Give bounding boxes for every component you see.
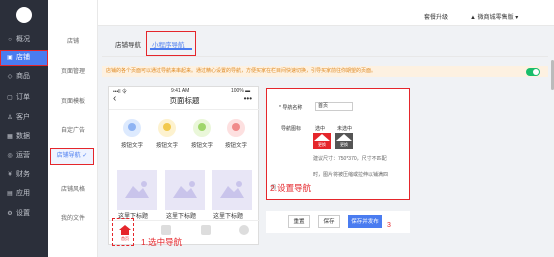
sidebar-item-label: 客户 (16, 114, 30, 121)
nav-button-icon[interactable] (158, 119, 176, 137)
home-icon (336, 134, 352, 141)
size-hint: 建议尺寸：750*370，尺寸不匹配 (313, 156, 387, 162)
header-divider (109, 109, 260, 110)
apps-icon: ▤ (7, 191, 13, 197)
nav-button-label: 按钮文字 (156, 143, 179, 149)
submenu-item-page-templates[interactable]: 页面模板 (48, 96, 98, 105)
sidebar-item-label: 店铺 (16, 54, 30, 61)
sidebar-item-label: 运营 (16, 152, 30, 159)
unselected-icon-upload[interactable]: 更换 (335, 133, 353, 149)
tab-store-nav[interactable]: 店铺导航 (115, 39, 141, 49)
sidebar-item-label: 应用 (16, 190, 30, 197)
user-menu[interactable]: ▲ 微商城零售版 ▾ (470, 12, 518, 21)
settings-icon: ⚙ (7, 211, 13, 217)
image-placeholder (117, 170, 157, 210)
save-button[interactable]: 保存 (318, 215, 340, 228)
top-bar: 移动商城 套餐升级 ▲ 微商城零售版 ▾ (58, 0, 554, 26)
sidebar-item-label: 订单 (16, 94, 30, 101)
profile-icon (239, 225, 249, 235)
reset-button[interactable]: 重置 (288, 215, 310, 228)
data-icon: ▦ (7, 134, 13, 140)
image-caption: 这里下标题 (213, 214, 244, 220)
cart-icon (201, 225, 211, 235)
sidebar-item-label: 财务 (16, 171, 30, 178)
store-submenu: 店铺 页面管理 页面模板 自定广告 店铺导航 ✓ 店铺风格 我的文件 (48, 0, 98, 257)
save-publish-button[interactable]: 保存并发布 (348, 215, 382, 228)
submenu-item-custom-ads[interactable]: 自定广告 (48, 125, 98, 134)
status-time: 9:41 AM (171, 88, 190, 94)
image-placeholder (212, 170, 252, 210)
nav-button-icon[interactable] (227, 119, 245, 137)
sidebar-item-label: 设置 (16, 210, 30, 217)
tab-divider (102, 56, 548, 57)
sidebar-item-operations[interactable]: ◎ 运营 (0, 148, 48, 164)
category-icon (161, 225, 171, 235)
nav-button-label: 按钮文字 (225, 143, 248, 149)
sidebar-item-settings[interactable]: ⚙ 设置 (0, 206, 48, 222)
notice-banner: 店铺的各个页面可以通过导航来串起来。通过精心设置的导航，方便买家在栏目间快速切换… (102, 66, 548, 77)
store-logo[interactable] (16, 7, 32, 23)
orders-icon: ▢ (7, 95, 13, 101)
submenu-item-store-style[interactable]: 店铺风格 (48, 184, 98, 193)
selected-label: 选中 (315, 126, 326, 132)
customers-icon: ♙ (7, 115, 13, 121)
sidebar-item-products[interactable]: ◇ 商品 (0, 69, 48, 85)
sidebar-item-data[interactable]: ▦ 数据 (0, 129, 48, 145)
change-selected-icon[interactable]: 更换 (313, 142, 331, 148)
nav-button-label: 按钮文字 (191, 143, 214, 149)
more-icon[interactable]: ••• (244, 94, 252, 103)
image-icon (125, 181, 149, 198)
submenu-item-my-files[interactable]: 我的文件 (48, 213, 98, 222)
sidebar-item-apps[interactable]: ▤ 应用 (0, 186, 48, 202)
operations-icon: ◎ (7, 153, 13, 159)
selected-icon-upload[interactable]: 更换 (313, 133, 331, 149)
annotation-step2: 2.设置导航 (270, 183, 312, 193)
tabbar-cart[interactable] (197, 225, 215, 243)
unselected-label: 未选中 (337, 126, 353, 132)
nav-enable-toggle[interactable] (526, 68, 540, 76)
sidebar-item-customers[interactable]: ♙ 客户 (0, 110, 48, 126)
upgrade-link[interactable]: 套餐升级 (424, 12, 448, 21)
submenu-item-store-nav[interactable]: 店铺导航 ✓ (50, 148, 94, 165)
sidebar-item-store[interactable]: ▣ 店铺 (0, 50, 48, 66)
annotation-step1: 1.选中导航 (141, 237, 183, 247)
main-sidebar: ○ 概况 ▣ 店铺 ◇ 商品 ▢ 订单 ♙ 客户 ▦ 数据 ◎ 运营 ¥ 财务 ▤ 应用 ⚙ 设置 (0, 0, 48, 257)
change-unselected-icon[interactable]: 更换 (335, 142, 353, 148)
image-icon (173, 181, 197, 198)
nav-button-label: 按钮文字 (121, 143, 144, 149)
active-tab-underline (150, 48, 192, 50)
finance-icon: ¥ (8, 172, 12, 178)
nav-icon-label: 导航图标 (281, 126, 302, 132)
home-tab-highlight (112, 218, 134, 246)
submenu-item-store[interactable]: 店铺 (48, 36, 98, 45)
overview-icon: ○ (8, 37, 12, 43)
home-icon (314, 134, 330, 141)
sidebar-item-label: 概况 (16, 36, 30, 43)
annotation-step3: 3 (387, 222, 391, 229)
size-hint: 时，图片将被压缩或拉伸以铺满四 (313, 172, 389, 178)
image-caption: 这里下标题 (166, 214, 197, 220)
sidebar-item-label: 商品 (16, 73, 30, 80)
nav-name-label: * 导航名称 (279, 105, 303, 111)
image-icon (220, 181, 244, 198)
products-icon: ◇ (7, 74, 13, 80)
page-title: 移动商城 (58, 11, 83, 17)
sidebar-item-overview[interactable]: ○ 概况 (0, 32, 48, 48)
tabbar-profile[interactable] (235, 225, 253, 243)
nav-button-icon[interactable] (193, 119, 211, 137)
nav-button-icon[interactable] (123, 119, 141, 137)
sidebar-item-orders[interactable]: ▢ 订单 (0, 90, 48, 106)
phone-page-title: 页面标题 (169, 96, 200, 105)
sidebar-item-label: 数据 (16, 133, 30, 140)
nav-name-input[interactable]: 首页 (315, 102, 353, 111)
sidebar-item-finance[interactable]: ¥ 财务 (0, 167, 48, 183)
image-placeholder (165, 170, 205, 210)
store-icon: ▣ (7, 55, 13, 61)
submenu-item-page-management[interactable]: 页面管理 (48, 66, 98, 75)
